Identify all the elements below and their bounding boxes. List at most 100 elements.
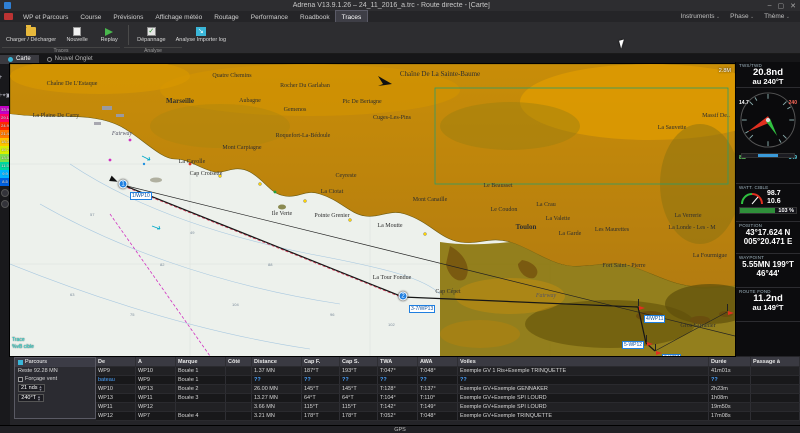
boat-center-button[interactable] — [1, 200, 9, 208]
watt-cible-panel[interactable]: WATT. CIBLE 98.7 10.6 103 % — [736, 184, 800, 222]
table-header-cell[interactable]: TWA — [378, 357, 418, 366]
svg-text:104: 104 — [232, 302, 239, 307]
spinner-icon[interactable]: ▲▼ — [39, 385, 43, 391]
compass-panel[interactable]: 14.7 240 8.2 149 — [736, 88, 800, 184]
table-cell: ?? — [340, 376, 378, 384]
table-cell: 1.37 MN — [252, 367, 302, 375]
table-header-cell[interactable]: Voiles — [458, 357, 709, 366]
wind-scale-cell: 13.5 — [0, 154, 10, 162]
table-header-cell[interactable]: De — [96, 357, 136, 366]
wind-scale-cell: 21.4 — [0, 130, 10, 138]
map-place-label: La Tour Fondue — [373, 275, 411, 281]
table-row[interactable]: WP10WP13Bouée 226.00 MN145°T145°TT:128°T… — [96, 385, 800, 394]
table-cell: 17m08s — [709, 412, 751, 420]
map-place-label: Cap Croisette — [190, 171, 223, 177]
nouvelle-button[interactable]: Nouvelle — [62, 23, 92, 47]
waypoint-panel[interactable]: WAYPOINT 5.55MN 199°T 46°44' — [736, 254, 800, 288]
dropdown-phase[interactable]: Phase ⌄ — [726, 13, 758, 20]
parcours-header[interactable]: Parcours — [15, 358, 95, 367]
zoom-in-tool-icon[interactable]: + — [0, 75, 2, 81]
route-fond-panel[interactable]: ROUTE FOND 11.2nd au 149°T — [736, 288, 800, 322]
menu-tab-traces[interactable]: Traces — [336, 11, 368, 22]
table-row[interactable]: WP9WP10Bouée 11.37 MN187°T193°TT:047°T:0… — [96, 367, 800, 376]
menu-tab-routage[interactable]: Routage — [208, 11, 245, 22]
table-cell: WP12 — [96, 412, 136, 420]
table-cell: T:137° — [418, 385, 458, 393]
app-menu-icon[interactable] — [4, 13, 13, 20]
compass-rose-button[interactable] — [1, 189, 9, 197]
table-cell — [226, 367, 252, 375]
spinner-icon[interactable]: ▲▼ — [37, 395, 41, 401]
wind-direction-field[interactable]: 240°T ▲▼ — [18, 394, 44, 402]
table-cell — [226, 376, 252, 384]
menu-tab-pr-visions[interactable]: Prévisions — [107, 11, 149, 22]
new-tab-icon — [47, 57, 52, 62]
map-place-label: La Garde — [559, 231, 582, 237]
svg-text:88: 88 — [268, 262, 273, 267]
menu-tab-course[interactable]: Course — [74, 11, 107, 22]
replay-button[interactable]: Replay — [94, 23, 124, 47]
depannage-button[interactable]: ✓Dépannage — [133, 23, 169, 47]
table-header-cell[interactable]: Côté — [226, 357, 252, 366]
map-place-label: La Valette — [546, 216, 570, 222]
position-panel[interactable]: POSITION 43°17.624 N 005°20.471 E — [736, 222, 800, 254]
tab-nouvel-onglet[interactable]: Nouvel Onglet — [39, 55, 101, 64]
tab-carte-label: Carte — [16, 55, 31, 64]
table-header-cell[interactable]: Marque — [176, 357, 226, 366]
ribbon-separator — [128, 25, 129, 45]
svg-text:82: 82 — [160, 262, 165, 267]
wind-scale-cell: 9.9 — [0, 170, 10, 178]
dropdown-thème[interactable]: Thème ⌄ — [760, 13, 794, 20]
dropdown-instruments[interactable]: Instruments ⌄ — [677, 13, 725, 20]
table-row[interactable]: WP12WP7Bouée 43.21 MN178°T178°TT:052°T:0… — [96, 412, 800, 421]
menu-tab-affichage-m-t-o[interactable]: Affichage météo — [149, 11, 208, 22]
map-place-label: Ceyreste — [336, 173, 357, 179]
trace-label[interactable]: Trace — [12, 337, 25, 343]
table-header-cell[interactable]: Passage à — [751, 357, 800, 366]
map-place-label: Massif De.. — [702, 113, 730, 119]
table-header-cell[interactable]: AWA — [418, 357, 458, 366]
table-header-cell[interactable]: Cap F. — [302, 357, 340, 366]
vb-cible-label[interactable]: %vB cible — [12, 344, 34, 350]
tws-twd-panel[interactable]: TWS/TWD 20.8nd au 240°T — [736, 62, 800, 88]
menu-tab-performance[interactable]: Performance — [245, 11, 294, 22]
table-cell: 13.27 MN — [252, 394, 302, 402]
table-row[interactable]: WP13WP11Bouée 313.27 MN64°T64°TT:104°T:1… — [96, 394, 800, 403]
waypoint-distance-bearing: 5.55MN 199°T — [739, 260, 797, 269]
table-cell: Bouée 1 — [176, 376, 226, 384]
tab-carte[interactable]: Carte — [0, 55, 39, 64]
menu-tab-wp-et-parcours[interactable]: WP et Parcours — [17, 11, 74, 22]
table-header-cell[interactable]: Durée — [709, 357, 751, 366]
minimize-button[interactable]: – — [768, 2, 772, 10]
waypoint-marker[interactable]: 2 — [399, 292, 408, 301]
analyse-import-button[interactable]: ↘Analyse Importer log — [172, 23, 230, 47]
wind-scale-cell: 11.5 — [0, 162, 10, 170]
map-place-label: Le Coudon — [491, 207, 518, 213]
charger-button[interactable]: Charger / Décharger — [2, 23, 60, 47]
play-icon — [105, 28, 113, 36]
depannage-label: Dépannage — [137, 37, 165, 43]
menu-tab-roadbook[interactable]: Roadbook — [294, 11, 336, 22]
charger-label: Charger / Décharger — [6, 37, 56, 43]
wind-scale-cell: 15.7 — [0, 146, 10, 154]
table-cell: T:048° — [418, 412, 458, 420]
parcours-icon — [18, 360, 23, 365]
table-header-cell[interactable]: Distance — [252, 357, 302, 366]
legs-table[interactable]: DeAMarqueCôtéDistanceCap F.Cap S.TWAAWAV… — [96, 357, 800, 421]
table-row[interactable]: bateauWP9Bouée 1?????????????? — [96, 376, 800, 385]
table-header-cell[interactable]: A — [136, 357, 176, 366]
close-button[interactable]: ✕ — [790, 2, 796, 10]
ribbon-group-analyse: Analyse — [124, 47, 182, 54]
table-row[interactable]: WP11WP123.66 MN115°T115°TT:142°T:149°Exe… — [96, 403, 800, 412]
table-cell — [751, 376, 800, 384]
map-place-label: Toulon — [516, 224, 537, 230]
waypoint-marker[interactable]: 1 — [119, 180, 128, 189]
table-cell: T:047° — [378, 367, 418, 375]
chart-map[interactable]: 5782104 967563 8810249 — [10, 64, 735, 356]
wind-scale-cell: 33.9 — [0, 106, 10, 114]
forcage-vent-checkbox[interactable] — [18, 377, 23, 382]
wind-speed-field[interactable]: 21 nds ▲▼ — [18, 384, 45, 392]
table-cell: Exemple GV+Exemple SPI LOURD — [458, 394, 709, 402]
maximize-button[interactable]: ▢ — [778, 2, 785, 10]
table-header-cell[interactable]: Cap S. — [340, 357, 378, 366]
